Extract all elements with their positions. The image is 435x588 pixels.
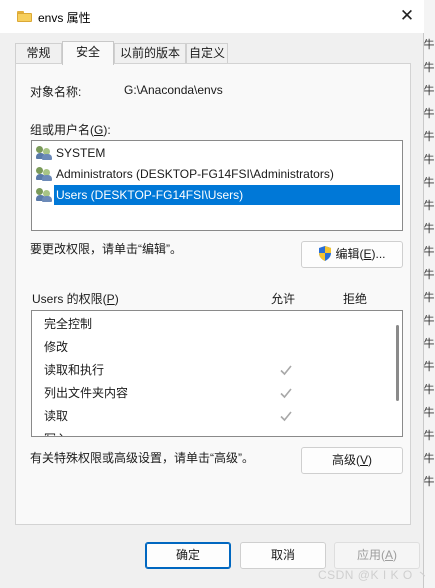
- allow-check-icon: [280, 365, 292, 376]
- object-name-label: 对象名称:: [30, 85, 82, 99]
- users-group-icon: [36, 146, 52, 160]
- permission-row: 读取和执行: [44, 363, 105, 377]
- background-text: 牛: [423, 407, 435, 419]
- allow-check-icon: [280, 388, 292, 399]
- deny-column-header: 拒绝: [343, 292, 368, 306]
- background-text: 牛: [423, 154, 435, 166]
- permission-row: 修改: [44, 340, 69, 354]
- tab-security[interactable]: 安全: [62, 41, 114, 65]
- background-text: 牛: [423, 39, 435, 51]
- tab-customize[interactable]: 自定义: [186, 43, 228, 64]
- group-users-label: 组或用户名(G):: [30, 123, 111, 137]
- folder-icon: [17, 10, 32, 22]
- close-button[interactable]: ✕: [396, 6, 418, 26]
- user-item-users[interactable]: Users (DESKTOP-FG14FSI\Users): [34, 185, 400, 205]
- permissions-scrollbar[interactable]: [396, 325, 399, 401]
- background-text: 牛: [423, 430, 435, 442]
- background-text: 牛: [423, 177, 435, 189]
- background-text: 牛: [423, 292, 435, 304]
- permissions-label: Users 的权限(P): [32, 292, 119, 306]
- tab-general[interactable]: 常规: [15, 43, 62, 64]
- permission-row: 读取: [44, 409, 69, 423]
- background-text: 牛: [423, 476, 435, 488]
- permission-row: 完全控制: [44, 317, 93, 331]
- uac-shield-icon: [319, 246, 332, 261]
- permission-row: 写入: [44, 428, 68, 436]
- ok-button[interactable]: 确定: [145, 542, 231, 569]
- background-text: 牛: [423, 315, 435, 327]
- background-window: 牛牛牛牛牛牛牛牛牛牛牛牛牛牛牛牛牛牛牛牛: [423, 0, 435, 588]
- users-group-icon: [36, 167, 52, 181]
- security-panel: 对象名称: G:\Anaconda\envs 组或用户名(G): SYSTEM …: [15, 63, 411, 525]
- close-icon: ✕: [399, 6, 415, 25]
- edit-hint: 要更改权限，请单击“编辑”。: [30, 242, 182, 256]
- cancel-button[interactable]: 取消: [240, 542, 326, 569]
- allow-column-header: 允许: [271, 292, 296, 306]
- window-title: envs 属性: [38, 11, 91, 25]
- title-bar[interactable]: envs 属性 ✕: [0, 0, 424, 33]
- properties-dialog: envs 属性 ✕ 常规 安全 以前的版本 自定义 对象名称: G:\Anaco…: [0, 0, 424, 588]
- apply-button[interactable]: 应用(A): [334, 542, 420, 569]
- object-name-value: G:\Anaconda\envs: [124, 83, 223, 97]
- background-text: 牛: [423, 246, 435, 258]
- permissions-listbox[interactable]: 完全控制 修改 读取和执行 列出文件夹内容 读取 写入: [31, 310, 403, 437]
- edit-button[interactable]: 编辑(E)...: [301, 241, 403, 268]
- background-text: 牛: [423, 453, 435, 465]
- background-text: 牛: [423, 200, 435, 212]
- background-text: 牛: [423, 62, 435, 74]
- permission-row: 列出文件夹内容: [44, 386, 129, 400]
- users-listbox[interactable]: SYSTEM Administrators (DESKTOP-FG14FSI\A…: [31, 140, 403, 231]
- background-text: 牛: [423, 131, 435, 143]
- background-text: 牛: [423, 384, 435, 396]
- background-text: 牛: [423, 338, 435, 350]
- background-text: 牛: [423, 361, 435, 373]
- background-text: 牛: [423, 108, 435, 120]
- advanced-button[interactable]: 高级(V): [301, 447, 403, 474]
- advanced-hint: 有关特殊权限或高级设置，请单击“高级”。: [30, 451, 254, 465]
- users-group-icon: [36, 188, 52, 202]
- background-text: 牛: [423, 223, 435, 235]
- allow-check-icon: [280, 411, 292, 422]
- tab-previous-versions[interactable]: 以前的版本: [114, 43, 186, 64]
- background-text: 牛: [423, 85, 435, 97]
- watermark: CSDN @K I K O 丶: [317, 568, 429, 582]
- background-text: 牛: [423, 269, 435, 281]
